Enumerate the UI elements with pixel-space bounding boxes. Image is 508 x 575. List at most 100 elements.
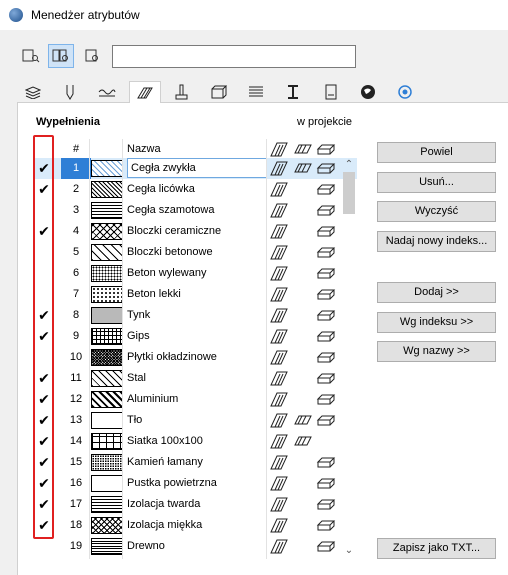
tab-settings[interactable]: [389, 81, 421, 103]
fill-icon: [136, 87, 153, 98]
view-single-button[interactable]: [18, 44, 44, 68]
list-item[interactable]: ✔ 9 Gips: [33, 326, 357, 347]
usage-cover-icon[interactable]: [316, 391, 336, 408]
usage-cover-icon[interactable]: [316, 286, 336, 303]
scroll-down-icon[interactable]: ⌄: [342, 544, 356, 558]
new-index-button[interactable]: Nadaj nowy indeks...: [377, 231, 496, 252]
search-input[interactable]: [112, 45, 356, 68]
usage-cut-icon[interactable]: [293, 412, 313, 429]
list-item[interactable]: ✔ 8 Tynk: [33, 305, 357, 326]
row-index: 10: [69, 351, 83, 363]
list-item[interactable]: 6 Beton wylewany: [33, 263, 357, 284]
duplicate-button[interactable]: Powiel: [377, 142, 496, 163]
usage-cut-icon[interactable]: [293, 433, 313, 450]
list-item[interactable]: 19 Drewno: [33, 536, 357, 557]
usage-plan-icon[interactable]: [269, 538, 289, 555]
usage-cover-icon[interactable]: [316, 160, 336, 177]
save-txt-button[interactable]: Zapisz jako TXT...: [377, 538, 496, 559]
by-name-button[interactable]: Wg nazwy >>: [377, 341, 496, 362]
list-item[interactable]: ✔ 4 Bloczki ceramiczne: [33, 221, 357, 242]
usage-plan-icon[interactable]: [269, 328, 289, 345]
usage-cover-icon[interactable]: [316, 307, 336, 324]
scroll-up-icon[interactable]: ⌃: [342, 158, 356, 172]
usage-plan-icon[interactable]: [269, 202, 289, 219]
usage-cover-icon[interactable]: [316, 223, 336, 240]
list-item[interactable]: ✔ 18 Izolacja miękka: [33, 515, 357, 536]
usage-cover-icon[interactable]: [316, 181, 336, 198]
usage-cover-icon[interactable]: [316, 370, 336, 387]
list-item[interactable]: ✔ 13 Tło: [33, 410, 357, 431]
usage-cover-icon[interactable]: [316, 265, 336, 282]
list-item[interactable]: 5 Bloczki betonowe: [33, 242, 357, 263]
tab-layers[interactable]: [17, 81, 49, 103]
list-item[interactable]: ✔ 17 Izolacja twarda: [33, 494, 357, 515]
usage-plan-icon[interactable]: [269, 244, 289, 261]
usage-plan-icon[interactable]: [269, 181, 289, 198]
tab-line-types[interactable]: [91, 81, 123, 103]
section-label: Wypełnienia: [36, 116, 100, 128]
list-item[interactable]: ✔ 14 Siatka 100x100: [33, 431, 357, 452]
checkbox[interactable]: [33, 536, 55, 557]
tab-pens[interactable]: [54, 81, 86, 103]
list-item[interactable]: ✔ 15 Kamień łamany: [33, 452, 357, 473]
usage-cover-icon[interactable]: [316, 454, 336, 471]
tab-locations[interactable]: [352, 81, 384, 103]
window-title: Menedżer atrybutów: [31, 8, 140, 22]
tab-building-materials[interactable]: [203, 81, 235, 103]
tab-surfaces[interactable]: [315, 81, 347, 103]
list-item[interactable]: ✔ 16 Pustka powietrzna: [33, 473, 357, 494]
row-index: 15: [69, 456, 83, 468]
usage-plan-icon: [270, 142, 288, 157]
usage-plan-icon[interactable]: [269, 475, 289, 492]
row-index: 16: [69, 477, 83, 489]
usage-plan-icon[interactable]: [269, 307, 289, 324]
usage-plan-icon[interactable]: [269, 454, 289, 471]
usage-plan-icon[interactable]: [269, 160, 289, 177]
list-scrollbar[interactable]: ⌃ ⌄: [342, 158, 356, 558]
pen-icon: [66, 85, 74, 100]
usage-plan-icon[interactable]: [269, 496, 289, 513]
usage-cut-icon[interactable]: [293, 160, 313, 177]
app-icon: [9, 8, 23, 22]
list-item[interactable]: ✔ 1 Cegła zwykła: [33, 158, 357, 179]
usage-cover-icon[interactable]: [316, 517, 336, 534]
row-index: 1: [61, 158, 91, 179]
usage-plan-icon[interactable]: [269, 349, 289, 366]
tab-composites[interactable]: [166, 81, 198, 103]
scroll-thumb[interactable]: [343, 172, 355, 214]
usage-cover-icon[interactable]: [316, 244, 336, 261]
usage-plan-icon[interactable]: [269, 391, 289, 408]
usage-cover-icon: [316, 144, 336, 155]
usage-cover-icon[interactable]: [316, 202, 336, 219]
usage-cover-icon[interactable]: [316, 496, 336, 513]
list-item[interactable]: ✔ 2 Cegła licówka: [33, 179, 357, 200]
tab-profiles[interactable]: [240, 81, 272, 103]
list-item[interactable]: ✔ 11 Stal: [33, 368, 357, 389]
usage-cover-icon[interactable]: [316, 412, 336, 429]
usage-plan-icon[interactable]: [269, 265, 289, 282]
tab-fills[interactable]: [128, 81, 161, 103]
add-button[interactable]: Dodaj >>: [377, 282, 496, 303]
usage-plan-icon[interactable]: [269, 412, 289, 429]
usage-plan-icon[interactable]: [269, 223, 289, 240]
list-item[interactable]: ✔ 12 Aluminium: [33, 389, 357, 410]
fill-pattern-swatch: [91, 328, 123, 345]
list-item[interactable]: 10 Płytki okładzinowe: [33, 347, 357, 368]
usage-plan-icon[interactable]: [269, 433, 289, 450]
usage-cover-icon[interactable]: [316, 475, 336, 492]
usage-cover-icon[interactable]: [316, 349, 336, 366]
fill-name-input[interactable]: Cegła zwykła: [127, 158, 267, 178]
view-right-button[interactable]: [78, 44, 104, 68]
by-index-button[interactable]: Wg indeksu >>: [377, 312, 496, 333]
usage-cover-icon[interactable]: [316, 538, 336, 555]
usage-plan-icon[interactable]: [269, 370, 289, 387]
list-item[interactable]: 7 Beton lekki: [33, 284, 357, 305]
list-item[interactable]: 3 Cegła szamotowa: [33, 200, 357, 221]
view-double-button[interactable]: [48, 44, 74, 68]
clear-button[interactable]: Wyczyść: [377, 201, 496, 222]
delete-button[interactable]: Usuń...: [377, 172, 496, 193]
usage-plan-icon[interactable]: [269, 286, 289, 303]
usage-cover-icon[interactable]: [316, 328, 336, 345]
tab-zones[interactable]: [277, 81, 309, 103]
usage-plan-icon[interactable]: [269, 517, 289, 534]
